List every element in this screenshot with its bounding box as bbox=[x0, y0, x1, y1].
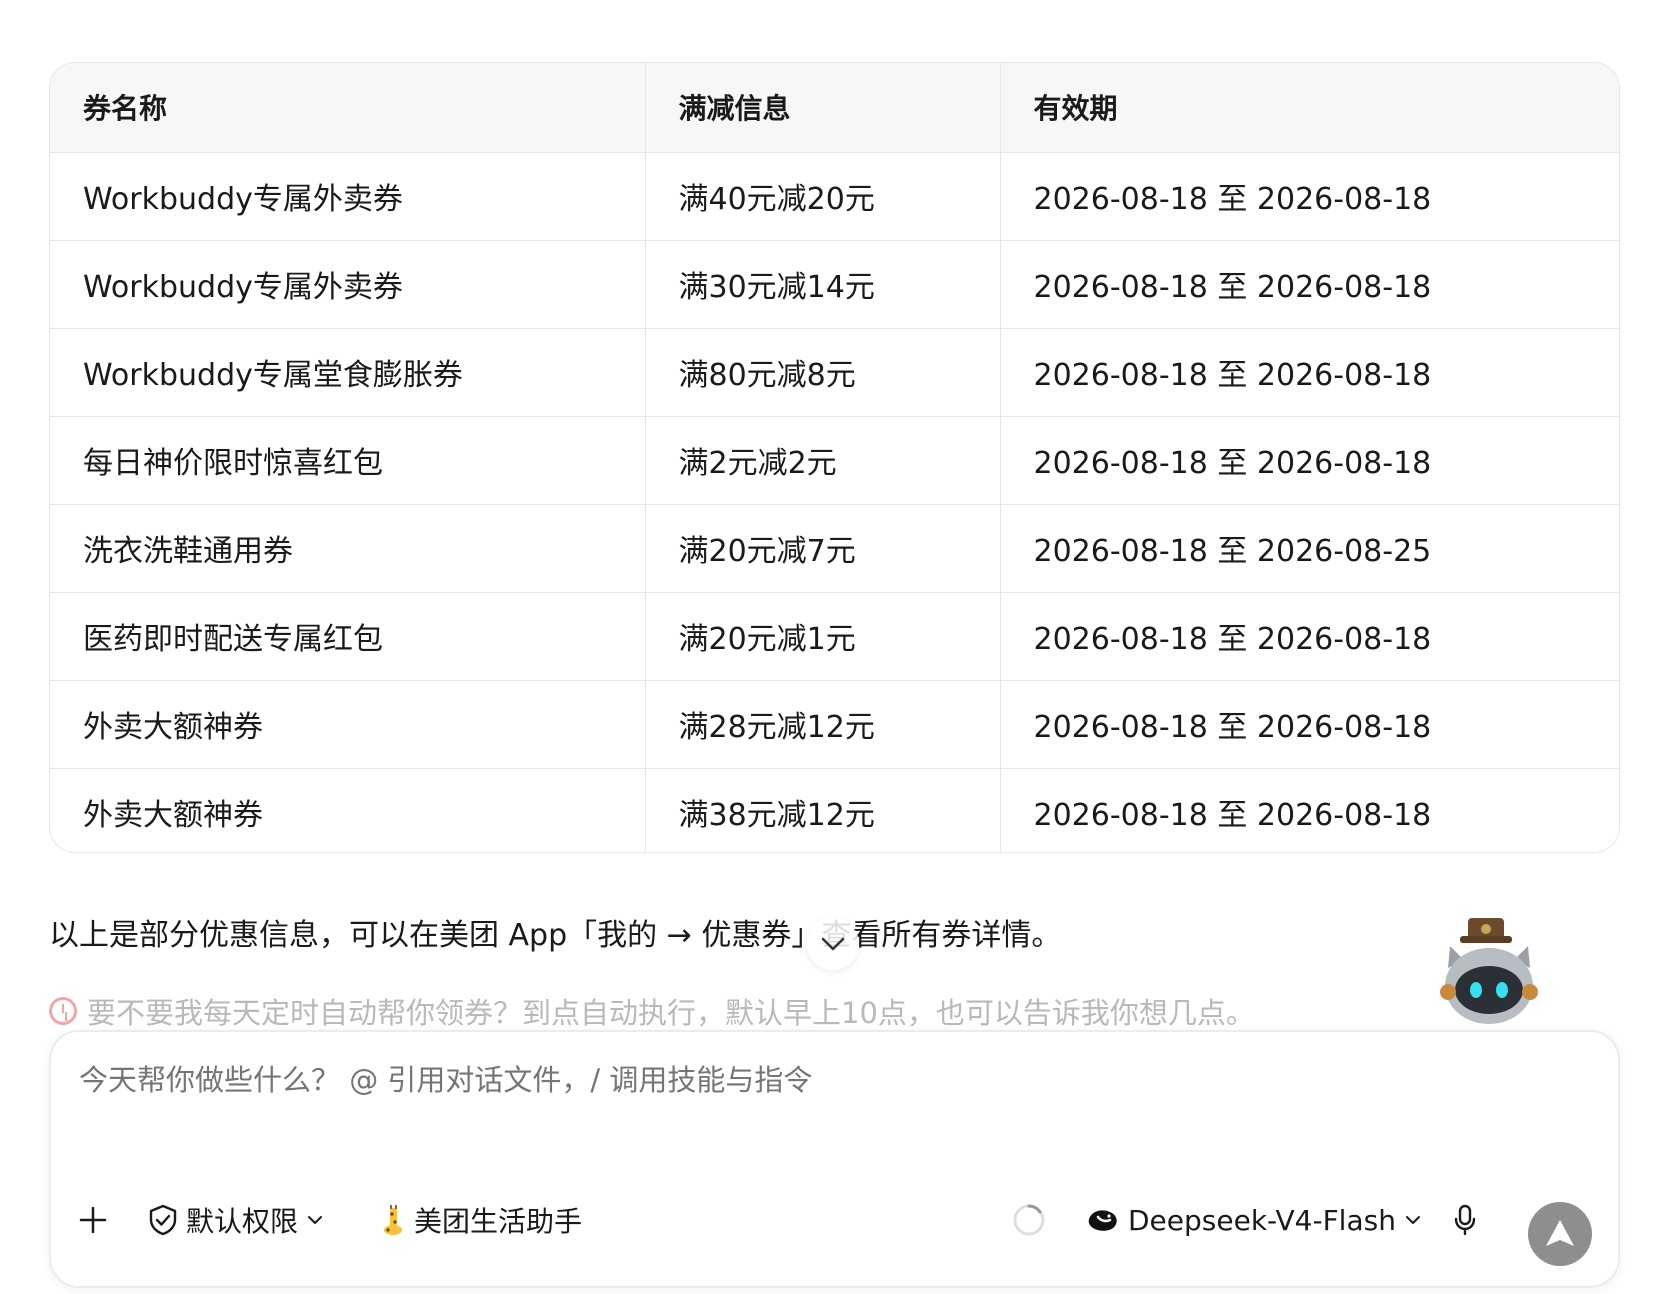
permission-label: 默认权限 bbox=[186, 1205, 299, 1238]
validity-cell: 2026-08-18 至 2026-08-25 bbox=[1000, 504, 1619, 593]
coupon-name-cell: 医药即时配送专属红包 bbox=[50, 592, 646, 681]
validity-cell: 2026-08-18 至 2026-08-18 bbox=[1000, 592, 1619, 681]
validity-cell: 2026-08-18 至 2026-08-18 bbox=[1000, 328, 1619, 417]
follow-up-suggestion[interactable]: 要不要我每天定时自动帮你领券？到点自动执行，默认早上10点，也可以告诉我你想几点… bbox=[49, 990, 1255, 1032]
validity-cell: 2026-08-18 至 2026-08-18 bbox=[1000, 416, 1619, 505]
column-header-coupon-name: 券名称 bbox=[50, 63, 646, 153]
table-row: 外卖大额神券 满28元减12元 2026-08-18 至 2026-08-18 bbox=[50, 680, 1619, 769]
discount-cell: 满38元减12元 bbox=[645, 768, 1001, 852]
discount-cell: 满20元减7元 bbox=[645, 504, 1001, 593]
send-arrow-icon bbox=[1546, 1220, 1574, 1246]
table-row: Workbuddy专属外卖券 满40元减20元 2026-08-18 至 202… bbox=[50, 152, 1619, 241]
plus-icon bbox=[79, 1206, 107, 1234]
summary-text: 以上是部分优惠信息，可以在美团 App「我的 → 优惠券」查看所有券详情。 bbox=[49, 918, 1062, 953]
coupon-name-cell: 外卖大额神券 bbox=[50, 768, 646, 852]
validity-cell: 2026-08-18 至 2026-08-18 bbox=[1000, 680, 1619, 769]
send-button[interactable] bbox=[1528, 1202, 1592, 1266]
discount-cell: 满80元减8元 bbox=[645, 328, 1001, 417]
suggestion-text: 要不要我每天定时自动帮你领券？到点自动执行，默认早上10点，也可以告诉我你想几点… bbox=[87, 996, 1255, 1030]
deepseek-whale-icon bbox=[1088, 1210, 1117, 1231]
alarm-clock-icon bbox=[49, 997, 77, 1025]
table-row: 洗衣洗鞋通用券 满20元减7元 2026-08-18 至 2026-08-25 bbox=[50, 504, 1619, 593]
discount-cell: 满28元减12元 bbox=[645, 680, 1001, 769]
chevron-down-icon bbox=[1405, 1216, 1420, 1224]
discount-cell: 满30元减14元 bbox=[645, 240, 1001, 329]
validity-cell: 2026-08-18 至 2026-08-18 bbox=[1000, 240, 1619, 329]
microphone-icon bbox=[1454, 1204, 1476, 1236]
giraffe-icon bbox=[384, 1205, 402, 1235]
robot-cat-mascot bbox=[1428, 916, 1550, 1038]
coupon-name-cell: 每日神价限时惊喜红包 bbox=[50, 416, 646, 505]
column-header-validity: 有效期 bbox=[1000, 63, 1619, 153]
assistant-label: 美团生活助手 bbox=[414, 1205, 583, 1238]
discount-cell: 满2元减2元 bbox=[645, 416, 1001, 505]
coupon-name-cell: 洗衣洗鞋通用券 bbox=[50, 504, 646, 593]
column-header-discount: 满减信息 bbox=[645, 63, 1001, 153]
model-selector[interactable]: Deepseek-V4-Flash bbox=[1086, 1198, 1422, 1242]
shield-check-icon bbox=[149, 1204, 177, 1236]
message-composer bbox=[49, 1030, 1620, 1288]
coupon-table: 券名称 满减信息 有效期 Workbuddy专属外卖券 满40元减20元 202… bbox=[49, 62, 1620, 853]
chevron-down-icon bbox=[821, 937, 845, 951]
coupon-name-cell: Workbuddy专属外卖券 bbox=[50, 152, 646, 241]
scroll-to-bottom-button[interactable] bbox=[807, 918, 859, 970]
table-header-row: 券名称 满减信息 有效期 bbox=[50, 63, 1619, 153]
discount-cell: 满40元减20元 bbox=[645, 152, 1001, 241]
permission-selector[interactable]: 默认权限 bbox=[148, 1198, 324, 1242]
coupon-name-cell: Workbuddy专属外卖券 bbox=[50, 240, 646, 329]
add-attachment-button[interactable] bbox=[78, 1198, 108, 1242]
discount-cell: 满20元减1元 bbox=[645, 592, 1001, 681]
assistant-selector[interactable]: 美团生活助手 bbox=[380, 1198, 582, 1242]
table-row: 每日神价限时惊喜红包 满2元减2元 2026-08-18 至 2026-08-1… bbox=[50, 416, 1619, 505]
coupon-name-cell: 外卖大额神券 bbox=[50, 680, 646, 769]
model-label: Deepseek-V4-Flash bbox=[1128, 1203, 1396, 1237]
validity-cell: 2026-08-18 至 2026-08-18 bbox=[1000, 152, 1619, 241]
validity-cell: 2026-08-18 至 2026-08-18 bbox=[1033, 798, 1432, 834]
chevron-down-icon bbox=[308, 1216, 323, 1224]
table-row: Workbuddy专属堂食膨胀券 满80元减8元 2026-08-18 至 20… bbox=[50, 328, 1619, 417]
table-row: Workbuddy专属外卖券 满30元减14元 2026-08-18 至 202… bbox=[50, 240, 1619, 329]
table-row: 外卖大额神券 满38元减12元 2026-08-18 至 2026-08-18 bbox=[50, 768, 1619, 852]
context-usage-indicator[interactable] bbox=[1012, 1198, 1046, 1242]
coupon-table-grid: 券名称 满减信息 有效期 Workbuddy专属外卖券 满40元减20元 202… bbox=[50, 63, 1619, 852]
table-row: 医药即时配送专属红包 满20元减1元 2026-08-18 至 2026-08-… bbox=[50, 592, 1619, 681]
loading-spinner-icon bbox=[1013, 1204, 1045, 1236]
prompt-input[interactable] bbox=[77, 1062, 1581, 1098]
coupon-name-cell: Workbuddy专属堂食膨胀券 bbox=[50, 328, 646, 417]
voice-input-button[interactable] bbox=[1452, 1198, 1478, 1242]
